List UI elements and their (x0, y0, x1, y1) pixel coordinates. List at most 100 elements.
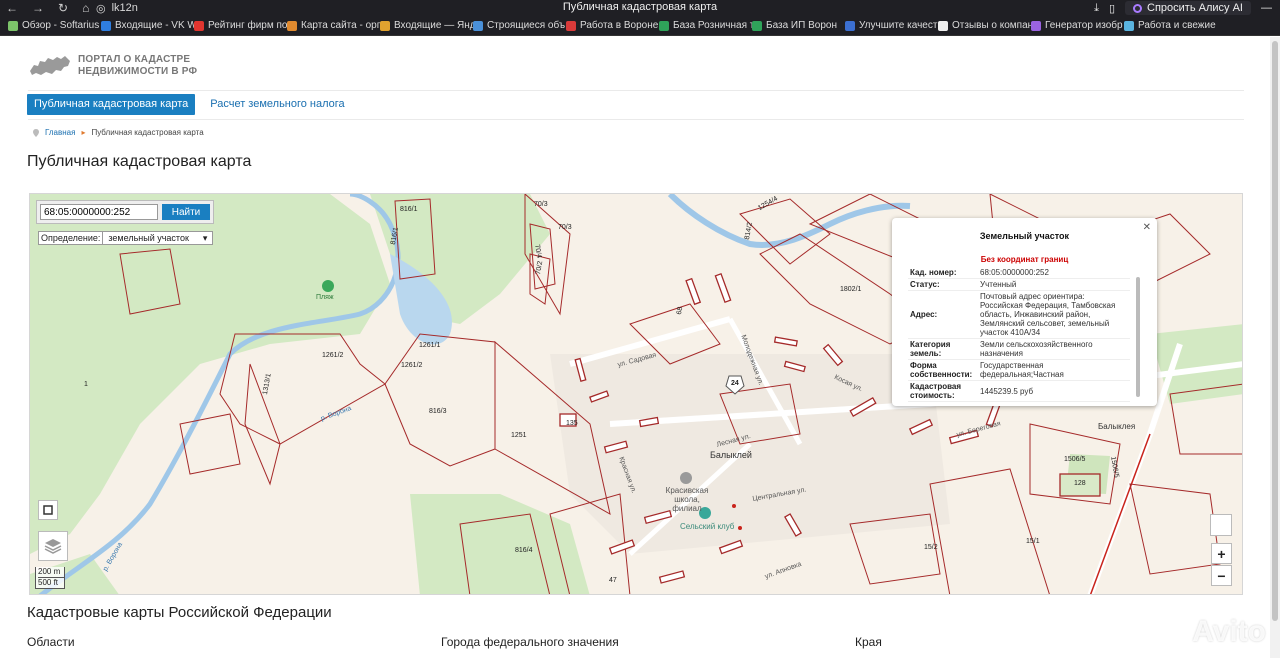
bookmark-item[interactable]: Обзор - Softarius (8, 20, 101, 31)
bookmark-item[interactable]: Входящие — Янд (380, 20, 473, 31)
bookmark-favicon-icon (1031, 20, 1041, 31)
bookmark-label: Строящиеся объ (487, 20, 566, 31)
bookmark-item[interactable]: Карта сайта - орг (287, 20, 380, 31)
layers-button[interactable] (38, 531, 68, 561)
bookmark-label: Работа в Вороне (580, 20, 659, 31)
bookmark-label: Рейтинг фирм по (208, 20, 287, 31)
bookmark-item[interactable]: Работа и свежие (1124, 20, 1217, 31)
bookmark-item[interactable]: Входящие - VK W (101, 20, 194, 31)
site-logo[interactable]: ПОРТАЛ О КАДАСТРЕ НЕДВИЖИМОСТИ В РФ (28, 53, 197, 79)
parcel-info-popup: Земельный участок ✕ Без координат границ… (892, 218, 1157, 406)
map-blank-button[interactable] (1210, 514, 1232, 536)
tab-cadastral-map[interactable]: Публичная кадастровая карта (27, 94, 196, 115)
bookmark-item[interactable]: Улучшите качест (845, 20, 938, 31)
scale-ft: 500 ft (38, 578, 59, 587)
bookmark-favicon-icon (194, 20, 204, 31)
parcel-number-label: 1261/2 (401, 362, 423, 369)
breadcrumb-arrow-icon: ▸ (81, 128, 86, 137)
fullscreen-icon (43, 505, 53, 515)
bookmark-label: Работа и свежие (1138, 20, 1216, 31)
row-key: Форма собственности: (908, 359, 978, 381)
col-kraya[interactable]: Края (855, 635, 882, 649)
breadcrumb-current: Публичная кадастровая карта (91, 128, 204, 137)
bookmark-label: Генератор изобр (1045, 20, 1123, 31)
avito-watermark: Avito (1192, 615, 1266, 648)
village-label: Балыклей (710, 450, 752, 460)
page-scrollbar[interactable] (1270, 37, 1280, 658)
bookmark-item[interactable]: База Розничная т (659, 20, 752, 31)
alice-icon (1133, 3, 1143, 13)
definition-selector: Определение: земельный участок ▾ (38, 231, 214, 245)
bookmark-item[interactable]: Рейтинг фирм по (194, 20, 287, 31)
bookmark-item[interactable]: База ИП Ворон (752, 20, 845, 31)
village2-label: Балыклея (1098, 422, 1136, 431)
cadastral-map[interactable]: 816/1 816/1 70/3 70/3 70/4 70/2 1254/4 814/2 180… (29, 193, 1243, 595)
zoom-in-button[interactable]: + (1211, 543, 1232, 564)
row-value: Учтенный (978, 278, 1130, 291)
window-title: Публичная кадастровая карта (562, 1, 718, 13)
bookmark-icon[interactable]: ▯ (1109, 2, 1115, 15)
bookmark-label: Отзывы о компан (952, 20, 1031, 31)
alice-button[interactable]: Спросить Алису AI (1125, 1, 1251, 15)
parcel-number-label: 816/3 (429, 408, 447, 415)
cadastral-number-input[interactable] (40, 204, 158, 220)
definition-label: Определение: (41, 233, 101, 243)
definition-select[interactable]: земельный участок ▾ (102, 232, 212, 244)
row-key: Адрес: (908, 290, 978, 339)
bookmark-favicon-icon (8, 20, 18, 31)
table-row: Категория земель: Земли сельскохозяйствен… (908, 338, 1130, 360)
layers-icon (44, 539, 62, 554)
parcel-number-label: 135 (566, 420, 578, 427)
bookmark-favicon-icon (287, 20, 297, 31)
breadcrumb: Главная ▸ Публичная кадастровая карта (33, 128, 204, 137)
scale-m: 200 m (38, 567, 64, 578)
russia-map-icon (30, 56, 70, 75)
club-label: Сельский клуб (680, 522, 735, 531)
breadcrumb-home[interactable]: Главная (45, 128, 75, 137)
row-value: Земли сельскохозяйственного назначения (978, 338, 1130, 360)
search-button[interactable]: Найти (162, 204, 210, 220)
bookmark-item[interactable]: Генератор изобр (1031, 20, 1124, 31)
row-value: 1445239.5 руб (978, 380, 1130, 402)
bookmark-label: База ИП Ворон (766, 20, 837, 31)
parcel-number-label: 15/1 (1026, 538, 1040, 545)
bookmark-favicon-icon (473, 20, 483, 31)
col-oblasti[interactable]: Области (27, 635, 75, 649)
bookmark-item[interactable]: Отзывы о компан (938, 20, 1031, 31)
definition-value: земельный участок (108, 233, 189, 243)
popup-scrollbar[interactable] (1136, 277, 1140, 397)
close-icon[interactable]: ✕ (1143, 222, 1151, 233)
col-federal-cities[interactable]: Города федерального значения (441, 635, 619, 649)
table-row: Адрес: Почтовый адрес ориентира: Российск… (908, 290, 1130, 339)
bookmark-item[interactable]: Работа в Вороне (566, 20, 659, 31)
bookmark-item[interactable]: Строящиеся объ (473, 20, 566, 31)
fullscreen-button[interactable] (38, 500, 58, 520)
parcel-number-label: 15/2 (924, 544, 938, 551)
location-pin-icon (33, 128, 39, 137)
row-key: Кадастровая стоимость: (908, 380, 978, 402)
row-value: 68:05:0000000:252 (978, 267, 1130, 279)
bookmark-favicon-icon (566, 20, 576, 31)
row-key: Кад. номер: (908, 267, 978, 279)
alice-label: Спросить Алису AI (1147, 2, 1243, 14)
parcel-number-label: 70/3 (534, 201, 548, 208)
minimize-icon[interactable]: — (1261, 2, 1272, 14)
bookmark-label: Входящие - VK W (115, 20, 194, 31)
tab-land-tax[interactable]: Расчет земельного налога (203, 94, 351, 115)
bookmark-favicon-icon (380, 20, 390, 31)
bookmark-favicon-icon (101, 20, 111, 31)
zoom-out-button[interactable]: − (1211, 565, 1232, 586)
bookmark-label: Карта сайта - орг (301, 20, 380, 31)
parcel-number-label: 1261/2 (322, 352, 344, 359)
section-title: Кадастровые карты Российской Федерации (27, 604, 332, 621)
parcel-number-label: 1 (84, 381, 88, 388)
parcel-number-label: 816/1 (400, 206, 418, 213)
bookmarks-bar: Обзор - Softarius Входящие - VK W Рейтинг … (0, 16, 1280, 36)
chevron-down-icon: ▾ (202, 232, 208, 243)
parcel-number-label: 1261/1 (419, 342, 441, 349)
parcel-number-label: 1802/1 (840, 286, 862, 293)
download-icon[interactable]: ⤓ (1094, 2, 1099, 15)
bookmark-favicon-icon (1124, 20, 1134, 31)
parcel-number-label: 70/3 (558, 224, 572, 231)
parcel-number-label: 128 (1074, 480, 1086, 487)
